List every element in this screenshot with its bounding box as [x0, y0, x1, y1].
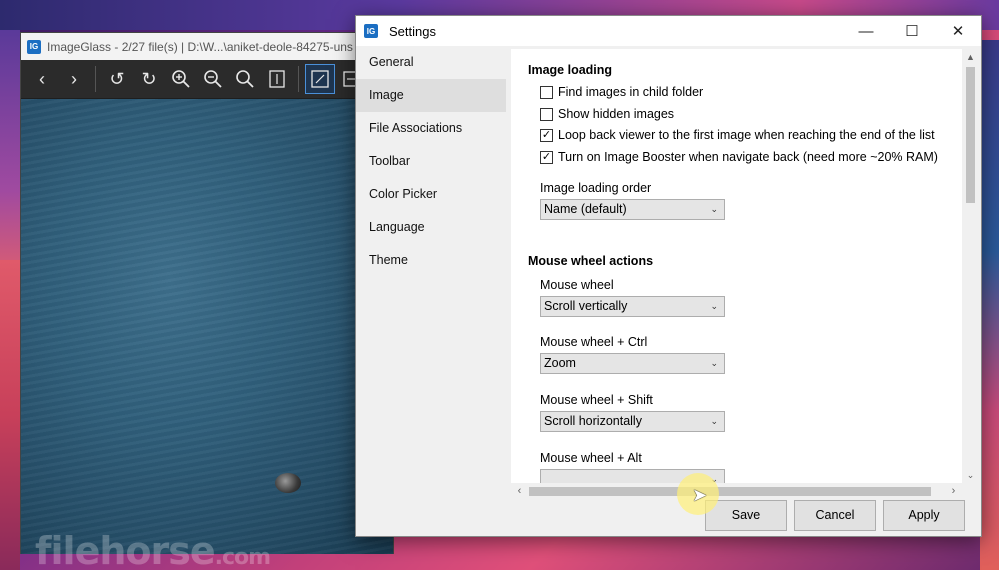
mouse-wheel-select[interactable]: Scroll vertically ⌄: [540, 296, 725, 317]
option-find-child-folder[interactable]: Find images in child folder: [540, 85, 703, 99]
option-label: Find images in child folder: [558, 85, 704, 99]
settings-content: Image loading Find images in child folde…: [511, 49, 962, 483]
nav-item-color-picker[interactable]: Color Picker: [356, 178, 506, 211]
zoom-out-icon[interactable]: [198, 64, 228, 94]
settings-titlebar[interactable]: IG Settings — ☐ ✕: [356, 16, 981, 46]
imageglass-logo-icon: IG: [27, 39, 41, 54]
maximize-icon[interactable]: ☐: [889, 16, 935, 46]
desktop-background: [980, 40, 999, 570]
imageglass-title: ImageGlass - 2/27 file(s) | D:\W...\anik…: [47, 39, 353, 54]
mouse-wheel-label: Mouse wheel: [540, 278, 614, 292]
rotate-right-icon[interactable]: ↻: [134, 64, 164, 94]
nav-item-file-associations[interactable]: File Associations: [356, 112, 506, 145]
section-title-mouse-wheel: Mouse wheel actions: [528, 254, 654, 268]
checkbox[interactable]: [540, 107, 553, 121]
rotate-left-icon[interactable]: ↺: [102, 64, 132, 94]
arrow-left-icon[interactable]: ‹: [27, 64, 57, 94]
scroll-down-icon[interactable]: ⌄: [962, 467, 979, 483]
chevron-down-icon: ⌄: [710, 358, 718, 368]
scroll-up-icon[interactable]: ▲: [962, 49, 979, 65]
mouse-wheel-alt-label: Mouse wheel + Alt: [540, 451, 642, 465]
close-icon[interactable]: ✕: [935, 16, 981, 46]
option-label: Turn on Image Booster when navigate back…: [558, 150, 938, 164]
mouse-wheel-shift-select[interactable]: Scroll horizontally ⌄: [540, 411, 725, 432]
option-image-booster[interactable]: ✓ Turn on Image Booster when navigate ba…: [540, 150, 938, 164]
scroll-left-icon[interactable]: ‹: [511, 483, 528, 500]
settings-nav: General Image File Associations Toolbar …: [356, 46, 506, 486]
arrow-right-icon[interactable]: ›: [59, 64, 89, 94]
watermark-logo: filehorse.com: [35, 529, 271, 570]
nav-item-language[interactable]: Language: [356, 211, 506, 244]
settings-body: General Image File Associations Toolbar …: [356, 46, 981, 536]
apply-button[interactable]: Apply: [883, 500, 965, 531]
nav-item-toolbar[interactable]: Toolbar: [356, 145, 506, 178]
save-button[interactable]: Save: [705, 500, 787, 531]
horizontal-scrollbar[interactable]: ‹ ›: [511, 483, 962, 500]
mouse-cursor-icon: ➤: [692, 485, 708, 505]
option-loop-back[interactable]: ✓ Loop back viewer to the first image wh…: [540, 128, 935, 142]
image-loading-order-select[interactable]: Name (default) ⌄: [540, 199, 725, 220]
photo-rock: [275, 473, 301, 493]
auto-zoom-icon[interactable]: [305, 64, 335, 94]
desktop-background: [0, 260, 20, 570]
zoom-fit-icon[interactable]: [230, 64, 260, 94]
imageglass-titlebar[interactable]: IG ImageGlass - 2/27 file(s) | D:\W...\a…: [21, 33, 393, 60]
imageglass-window: IG ImageGlass - 2/27 file(s) | D:\W...\a…: [20, 32, 394, 570]
imageglass-logo-icon: IG: [364, 24, 378, 38]
settings-title: Settings: [389, 23, 436, 39]
scrollbar-thumb[interactable]: [966, 67, 975, 203]
toolbar-separator: [95, 66, 96, 92]
chevron-down-icon: ⌄: [710, 416, 718, 426]
checkbox[interactable]: [540, 85, 553, 99]
imageglass-toolbar: ‹ › ↺ ↻: [21, 60, 393, 98]
toolbar-separator: [298, 66, 299, 92]
nav-item-image[interactable]: Image: [356, 79, 506, 112]
checkbox[interactable]: ✓: [540, 128, 553, 142]
nav-item-general[interactable]: General: [356, 46, 506, 79]
minimize-icon[interactable]: —: [843, 16, 889, 46]
mouse-wheel-ctrl-label: Mouse wheel + Ctrl: [540, 335, 648, 349]
checkbox[interactable]: ✓: [540, 150, 553, 164]
image-viewer-canvas[interactable]: filehorse.com: [21, 99, 393, 570]
nav-item-theme[interactable]: Theme: [356, 244, 506, 277]
scrollbar-thumb[interactable]: [529, 487, 931, 496]
zoom-in-icon[interactable]: [166, 64, 196, 94]
mouse-wheel-ctrl-select[interactable]: Zoom ⌄: [540, 353, 725, 374]
scroll-right-icon[interactable]: ›: [945, 483, 962, 500]
chevron-down-icon: ⌄: [710, 204, 718, 214]
mouse-wheel-shift-label: Mouse wheel + Shift: [540, 393, 653, 407]
cancel-button[interactable]: Cancel: [794, 500, 876, 531]
image-loading-order-label: Image loading order: [540, 181, 652, 195]
vertical-scrollbar[interactable]: ▲ ⌄: [962, 49, 979, 483]
option-show-hidden[interactable]: Show hidden images: [540, 107, 674, 121]
section-title-image-loading: Image loading: [528, 63, 613, 77]
settings-window: IG Settings — ☐ ✕ General Image File Ass…: [355, 15, 982, 537]
option-label: Show hidden images: [558, 107, 675, 121]
option-label: Loop back viewer to the first image when…: [558, 128, 935, 142]
scale-to-height-icon[interactable]: [262, 64, 292, 94]
desktop-background: [0, 30, 20, 260]
chevron-down-icon: ⌄: [710, 301, 718, 311]
